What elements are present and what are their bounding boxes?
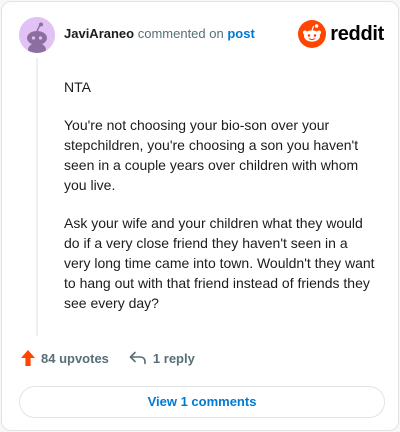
comment-card: JaviAraneo commented on post reddit NTA …: [1, 1, 399, 431]
comment-paragraph: Ask your wife and your children what the…: [64, 215, 375, 311]
view-comments-button[interactable]: View 1 comments: [19, 386, 385, 418]
comment-body: NTA You're not choosing your bio-son ove…: [64, 77, 376, 331]
reddit-logo[interactable]: reddit: [298, 20, 384, 48]
reddit-wordmark: reddit: [330, 22, 384, 45]
reply-count: 1 reply: [152, 350, 195, 366]
comment-header: JaviAraneo commented on post: [64, 26, 255, 41]
thread-line: [36, 58, 38, 336]
snoo-avatar-icon: [19, 17, 55, 53]
action-text: commented on: [137, 26, 224, 41]
reply-button[interactable]: 1 reply: [129, 351, 195, 366]
upvote-arrow-icon: [21, 350, 35, 366]
action-bar: 84 upvotes 1 reply: [21, 350, 195, 366]
post-link[interactable]: post: [227, 26, 254, 41]
upvote-count: 84 upvotes: [41, 350, 109, 366]
reply-arrow-icon: [129, 351, 146, 365]
comment-paragraph: NTA: [64, 79, 91, 95]
username-link[interactable]: JaviAraneo: [64, 26, 134, 41]
upvote-button[interactable]: 84 upvotes: [21, 350, 109, 366]
reddit-snoo-icon: [298, 20, 327, 48]
comment-paragraph: You're not choosing your bio-son over yo…: [64, 117, 359, 193]
user-avatar[interactable]: [19, 17, 55, 53]
